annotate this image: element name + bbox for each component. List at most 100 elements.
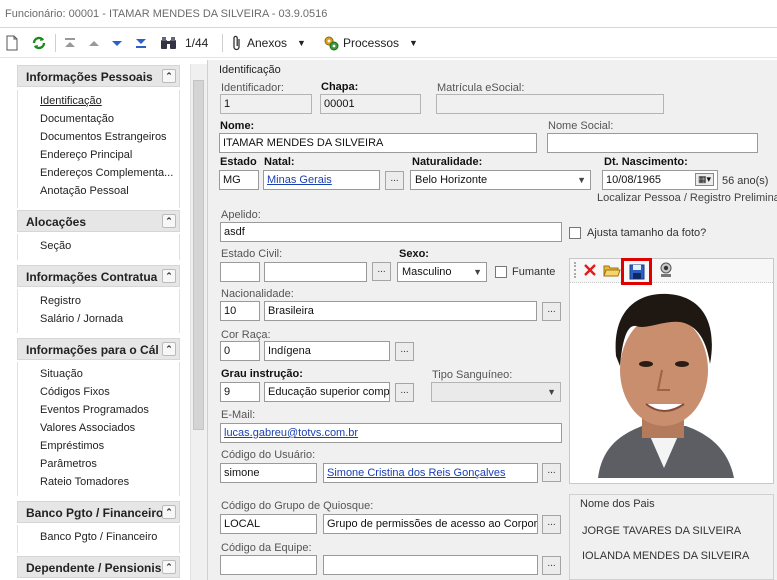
webcam-icon[interactable]: [658, 262, 674, 281]
grau-instrucao-code[interactable]: 9: [220, 382, 260, 402]
ajusta-foto-checkbox[interactable]: [569, 227, 581, 239]
record-counter: 1/44: [185, 36, 209, 50]
section-banco-pgto[interactable]: Banco Pgto / Financeiro ⌃: [17, 501, 180, 523]
grau-instrucao-field[interactable]: Educação superior compl: [264, 382, 390, 402]
gears-icon: [323, 35, 339, 51]
nacionalidade-lookup-button[interactable]: ...: [542, 302, 561, 321]
dt-nascimento-value: 10/08/1965: [606, 174, 662, 186]
matricula-esocial-field: [436, 94, 664, 114]
new-document-icon[interactable]: [5, 33, 19, 53]
sexo-select[interactable]: Masculino ▼: [397, 262, 487, 282]
localizar-pessoa-link[interactable]: Localizar Pessoa / Registro Preliminar: [597, 192, 777, 204]
codigo-usuario-field[interactable]: Simone Cristina dos Reis Gonçalves: [323, 463, 538, 483]
processos-label: Processos: [343, 36, 400, 50]
sidebar-item-secao[interactable]: Seção: [40, 240, 71, 252]
section-informacoes-calculo[interactable]: Informações para o Cál ⌃: [17, 338, 180, 360]
nacionalidade-code[interactable]: 10: [220, 301, 260, 321]
codigo-usuario-lookup-button[interactable]: ...: [542, 463, 561, 482]
chevron-down-icon: ▼: [547, 387, 556, 397]
section-dependente-pensionista[interactable]: Dependente / Pensionis ⌃: [17, 556, 180, 578]
cor-raca-lookup-button[interactable]: ...: [395, 342, 414, 361]
collapse-icon[interactable]: ⌃: [162, 342, 176, 356]
cor-raca-field[interactable]: Indígena: [264, 341, 390, 361]
sidebar-item-rateio-tomadores[interactable]: Rateio Tomadores: [40, 476, 129, 488]
sidebar-item-parametros[interactable]: Parâmetros: [40, 458, 97, 470]
paperclip-icon: [232, 35, 242, 51]
codigo-usuario-label: Código do Usuário:: [221, 449, 316, 461]
tipo-sanguineo-select[interactable]: ▼: [431, 382, 561, 402]
open-folder-icon[interactable]: [603, 262, 621, 281]
codigo-equipe-lookup-button[interactable]: ...: [542, 556, 561, 575]
nome-field[interactable]: ITAMAR MENDES DA SILVEIRA: [219, 133, 537, 153]
grau-instrucao-label: Grau instrução:: [221, 368, 303, 380]
section-title: Alocações: [26, 215, 87, 229]
collapse-icon[interactable]: ⌃: [162, 214, 176, 228]
apelido-field[interactable]: asdf: [220, 222, 562, 242]
collapse-icon[interactable]: ⌃: [162, 69, 176, 83]
sidebar-item-situacao[interactable]: Situação: [40, 368, 83, 380]
sidebar-scrollbar-thumb[interactable]: [193, 80, 204, 430]
employee-photo: [578, 286, 750, 478]
sidebar-item-eventos-programados[interactable]: Eventos Programados: [40, 404, 149, 416]
delete-photo-icon[interactable]: [582, 262, 598, 281]
processos-menu[interactable]: Processos ▼: [323, 33, 418, 53]
refresh-icon[interactable]: [31, 33, 47, 53]
sidebar-item-endereco-principal[interactable]: Endereço Principal: [40, 149, 132, 161]
section-informacoes-pessoais[interactable]: Informações Pessoais ⌃: [17, 65, 180, 87]
sidebar-item-valores-associados[interactable]: Valores Associados: [40, 422, 135, 434]
sidebar-item-documentacao[interactable]: Documentação: [40, 113, 114, 125]
sidebar-item-anotacao-pessoal[interactable]: Anotação Pessoal: [40, 185, 129, 197]
estado-civil-code[interactable]: [220, 262, 260, 282]
identificador-label: Identificador:: [221, 82, 284, 94]
grupo-quiosque-lookup-button[interactable]: ...: [542, 515, 561, 534]
codigo-equipe-code[interactable]: [220, 555, 317, 575]
nome-social-field[interactable]: [547, 133, 758, 153]
sidebar-item-enderecos-complementares[interactable]: Endereços Complementa...: [40, 167, 173, 179]
anexos-menu[interactable]: Anexos ▼: [232, 33, 306, 53]
sidebar-item-registro[interactable]: Registro: [40, 295, 81, 307]
sidebar-item-documentos-estrangeiros[interactable]: Documentos Estrangeiros: [40, 131, 167, 143]
grupo-quiosque-field[interactable]: Grupo de permissões de acesso ao Corpore…: [323, 514, 538, 534]
nacionalidade-field[interactable]: Brasileira: [264, 301, 537, 321]
sidebar-item-emprestimos[interactable]: Empréstimos: [40, 440, 104, 452]
last-record-icon[interactable]: [133, 33, 149, 53]
section-title: Informações Contratua: [26, 270, 158, 284]
natal-lookup-button[interactable]: ...: [385, 171, 404, 190]
collapse-icon[interactable]: ⌃: [162, 505, 176, 519]
codigo-usuario-code[interactable]: simone: [220, 463, 317, 483]
section-title: Informações Pessoais: [26, 70, 153, 84]
first-record-icon[interactable]: [62, 33, 78, 53]
collapse-icon[interactable]: ⌃: [162, 269, 176, 283]
fumante-checkbox[interactable]: [495, 266, 507, 278]
codigo-equipe-field[interactable]: [323, 555, 538, 575]
section-alocacoes[interactable]: Alocações ⌃: [17, 210, 180, 232]
sidebar-item-salario-jornada[interactable]: Salário / Jornada: [40, 313, 123, 325]
collapse-icon[interactable]: ⌃: [162, 560, 176, 574]
email-field[interactable]: lucas.gabreu@totvs.com.br: [220, 423, 562, 443]
natal-field[interactable]: Minas Gerais: [263, 170, 380, 190]
grupo-quiosque-label: Código do Grupo de Quiosque:: [221, 500, 374, 512]
natal-label: Natal:: [264, 156, 295, 168]
grau-instrucao-lookup-button[interactable]: ...: [395, 383, 414, 402]
estado-civil-field[interactable]: [264, 262, 367, 282]
save-photo-icon[interactable]: [621, 258, 652, 285]
dt-nascimento-field[interactable]: 10/08/1965 ▦▾: [602, 170, 718, 190]
fumante-label: Fumante: [512, 266, 556, 278]
sidebar-item-identificacao[interactable]: Identificação: [40, 95, 102, 107]
grupo-quiosque-code[interactable]: LOCAL: [220, 514, 317, 534]
estado-civil-lookup-button[interactable]: ...: [372, 262, 391, 281]
section-title: Banco Pgto / Financeiro: [26, 506, 164, 520]
sidebar-item-banco-pgto[interactable]: Banco Pgto / Financeiro: [40, 531, 157, 543]
calendar-icon[interactable]: ▦▾: [694, 173, 714, 186]
sidebar: Informações Pessoais ⌃ Identificação Doc…: [0, 60, 207, 580]
chapa-label: Chapa:: [321, 81, 359, 93]
next-record-icon[interactable]: [109, 33, 125, 53]
cor-raca-code[interactable]: 0: [220, 341, 260, 361]
section-informacoes-contratuais[interactable]: Informações Contratua ⌃: [17, 265, 180, 287]
previous-record-icon[interactable]: [86, 33, 102, 53]
naturalidade-select[interactable]: Belo Horizonte ▼: [410, 170, 591, 190]
estado-field[interactable]: MG: [219, 170, 259, 190]
chapa-field: 00001: [320, 94, 421, 114]
binoculars-icon[interactable]: [160, 33, 177, 53]
sidebar-item-codigos-fixos[interactable]: Códigos Fixos: [40, 386, 110, 398]
